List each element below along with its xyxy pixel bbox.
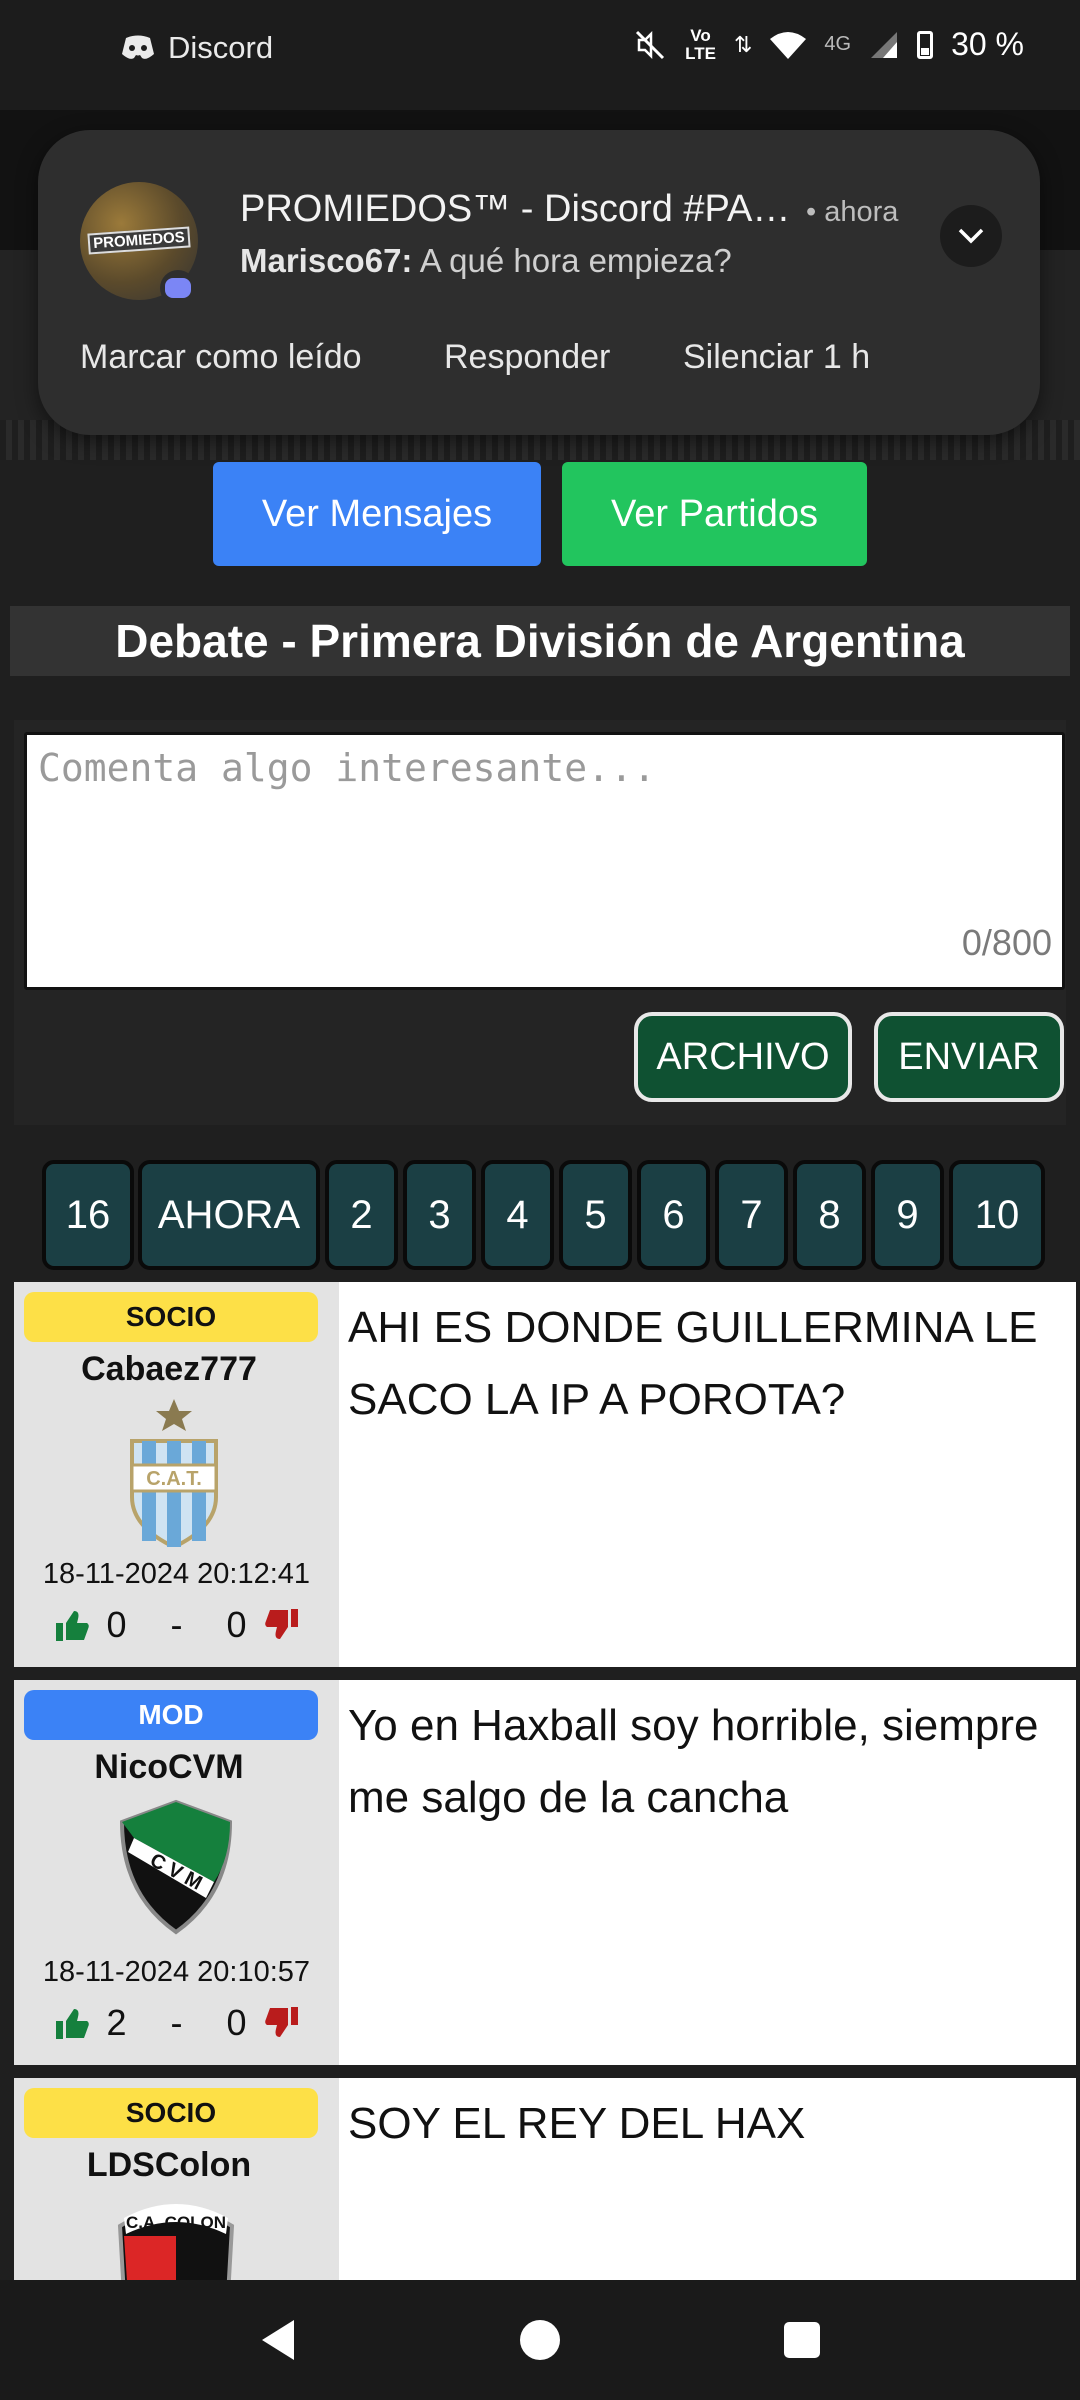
thumbs-down-icon[interactable] (262, 1607, 302, 1643)
post-text: AHI ES DONDE GUILLERMINA LE SACO LA IP A… (348, 1303, 1038, 1424)
thumbs-up-icon[interactable] (52, 2005, 92, 2041)
page-button[interactable]: 9 (871, 1160, 944, 1270)
chevron-down-icon[interactable] (940, 205, 1002, 267)
notification-card[interactable]: PROMIEDOS PROMIEDOS™ - Discord #PAR... •… (38, 130, 1040, 435)
vote-separator: - (170, 1604, 183, 1645)
status-icons: Vo LTE ⇅ 4G 30 % (633, 26, 1024, 63)
view-messages-button[interactable]: Ver Mensajes (213, 462, 541, 566)
back-icon[interactable] (258, 2318, 298, 2362)
page-button[interactable]: 2 (325, 1160, 398, 1270)
post-text: SOY EL REY DEL HAX (348, 2099, 806, 2148)
mark-read-button[interactable]: Marcar como leído (80, 338, 362, 377)
data-arrows-icon: ⇅ (733, 31, 753, 57)
comment-post: SOCIO LDSColon C.A. COLON SOY EL REY DEL… (14, 2078, 1076, 2280)
volte-icon: Vo LTE (685, 25, 716, 63)
page-button[interactable]: 7 (715, 1160, 788, 1270)
notification-time: • ahora (806, 196, 899, 228)
mute-1h-button[interactable]: Silenciar 1 h (683, 338, 870, 377)
system-nav-bar (0, 2280, 1080, 2400)
comment-placeholder: Comenta algo interesante... (38, 746, 656, 790)
post-date: 18-11-2024 20:12:41 (42, 1558, 311, 1590)
team-crest-icon: C V M (119, 1799, 233, 1935)
dislike-count: 0 (226, 2002, 247, 2043)
notification-title: PROMIEDOS™ - Discord #PAR... (240, 188, 800, 230)
team-crest-icon: C.A.T. (130, 1399, 218, 1547)
page-button-first[interactable]: 16 (42, 1160, 134, 1270)
status-app: Discord (120, 30, 273, 66)
home-icon[interactable] (518, 2318, 562, 2362)
battery-icon (917, 30, 934, 59)
network-type: 4G (824, 33, 852, 55)
post-date: 18-11-2024 20:10:57 (42, 1956, 311, 1988)
vote-bar: 2 - 0 (14, 2002, 339, 2044)
username[interactable]: NicoCVM (14, 1748, 324, 1787)
avatar-label: PROMIEDOS (87, 226, 191, 255)
vote-separator: - (170, 2002, 183, 2043)
post-author-panel: SOCIO Cabaez777 C.A.T. 18-11-2024 20:12:… (14, 1282, 339, 1667)
recents-icon[interactable] (782, 2320, 822, 2360)
notification-message: Marisco67: A qué hora empieza? (240, 242, 732, 280)
signal-icon (871, 31, 898, 58)
role-badge: SOCIO (24, 1292, 318, 1342)
battery-level: 30 % (951, 26, 1024, 62)
dislike-count: 0 (226, 1604, 247, 1645)
role-badge: MOD (24, 1690, 318, 1740)
crest-label: C.A.T. (146, 1468, 202, 1490)
character-counter: 0/800 (961, 922, 1052, 963)
page-button[interactable]: 8 (793, 1160, 866, 1270)
discord-icon (122, 35, 154, 59)
view-matches-button[interactable]: Ver Partidos (562, 462, 867, 566)
send-button[interactable]: ENVIAR (874, 1012, 1064, 1102)
username[interactable]: LDSColon (14, 2146, 324, 2185)
like-count: 2 (106, 2002, 127, 2043)
vote-bar: 0 - 0 (14, 1604, 339, 1646)
team-crest-icon: C.A. COLON (117, 2204, 235, 2280)
notification-sender: Marisco67: (240, 242, 413, 279)
username[interactable]: Cabaez777 (14, 1350, 324, 1389)
discord-badge-icon (160, 270, 196, 306)
thumbs-down-icon[interactable] (262, 2005, 302, 2041)
page-title: Debate - Primera División de Argentina (10, 606, 1070, 676)
reply-button[interactable]: Responder (444, 338, 610, 377)
attach-file-button[interactable]: ARCHIVO (634, 1012, 852, 1102)
crest-label: C.A. COLON (126, 2213, 226, 2232)
status-app-name: Discord (168, 30, 274, 65)
post-text: Yo en Haxball soy horrible, siempre me s… (348, 1701, 1039, 1822)
post-author-panel: SOCIO LDSColon C.A. COLON (14, 2078, 339, 2280)
post-author-panel: MOD NicoCVM C V M 18-11-2024 20:10:57 2 … (14, 1680, 339, 2065)
comment-post: SOCIO Cabaez777 C.A.T. 18-11-2024 20:12:… (14, 1282, 1076, 1667)
page-button[interactable]: 4 (481, 1160, 554, 1270)
role-badge: SOCIO (24, 2088, 318, 2138)
mute-icon (636, 30, 665, 59)
like-count: 0 (106, 1604, 127, 1645)
page-button[interactable]: 10 (949, 1160, 1045, 1270)
page-button[interactable]: 6 (637, 1160, 710, 1270)
comment-post: MOD NicoCVM C V M 18-11-2024 20:10:57 2 … (14, 1680, 1076, 2065)
wifi-icon (770, 31, 807, 59)
page-button-now[interactable]: AHORA (138, 1160, 320, 1270)
thumbs-up-icon[interactable] (52, 1607, 92, 1643)
page-button[interactable]: 3 (403, 1160, 476, 1270)
notification-text: A qué hora empieza? (419, 242, 732, 279)
page-button[interactable]: 5 (559, 1160, 632, 1270)
